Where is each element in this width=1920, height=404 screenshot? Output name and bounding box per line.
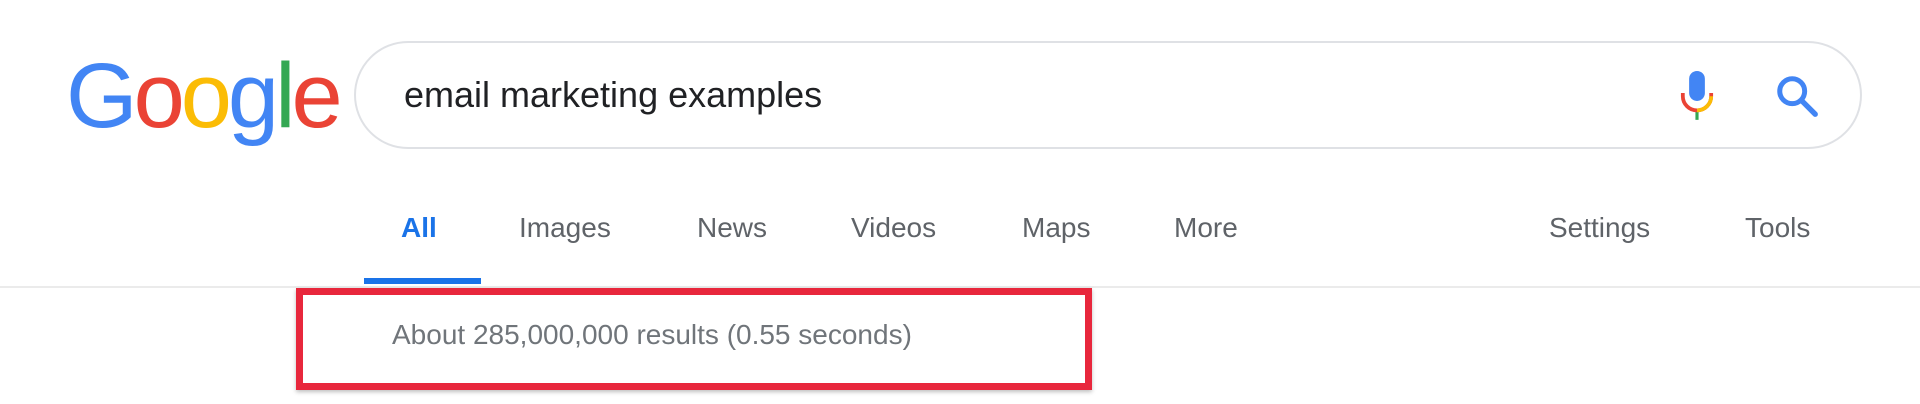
tab-videos[interactable]: Videos xyxy=(851,212,936,244)
logo-letter-g2: g xyxy=(227,45,279,147)
logo-letter-o2: o xyxy=(180,45,232,147)
tab-images[interactable]: Images xyxy=(519,212,611,244)
search-tabs: All Images News Videos Maps More Setting… xyxy=(0,200,1920,284)
logo-letter-l: l xyxy=(275,45,296,147)
tab-all[interactable]: All xyxy=(401,212,437,244)
mic-icon[interactable] xyxy=(1678,71,1716,123)
tab-more[interactable]: More xyxy=(1174,212,1238,244)
logo-letter-e: e xyxy=(291,45,343,147)
tab-news[interactable]: News xyxy=(697,212,767,244)
tab-tools[interactable]: Tools xyxy=(1745,212,1810,244)
tab-maps[interactable]: Maps xyxy=(1022,212,1090,244)
google-logo[interactable]: Google xyxy=(66,45,343,147)
search-results-page: Google All Images News Videos Maps More … xyxy=(0,0,1920,404)
logo-letter-g: G xyxy=(66,45,138,147)
search-input[interactable] xyxy=(404,67,1584,123)
active-tab-indicator xyxy=(364,278,481,284)
search-icon[interactable] xyxy=(1774,73,1820,119)
search-box xyxy=(354,41,1862,149)
tab-settings[interactable]: Settings xyxy=(1549,212,1650,244)
result-stats: About 285,000,000 results (0.55 seconds) xyxy=(392,319,912,350)
logo-letter-o1: o xyxy=(133,45,185,147)
